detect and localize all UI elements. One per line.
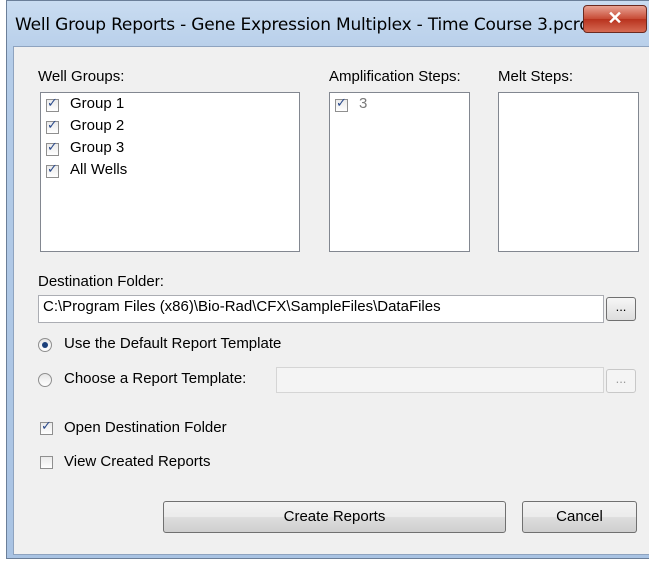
view-reports-checkbox[interactable] — [40, 456, 53, 469]
view-reports-label: View Created Reports — [64, 453, 211, 470]
destination-browse-button[interactable]: ... — [606, 297, 636, 321]
group-2-checkbox[interactable] — [46, 118, 59, 134]
destination-folder-input[interactable]: C:\Program Files (x86)\Bio-Rad\CFX\Sampl… — [38, 295, 604, 323]
group-3-checkbox[interactable] — [46, 140, 59, 156]
melt-steps-label: Melt Steps: — [498, 68, 574, 85]
choose-template-radio[interactable] — [38, 373, 52, 387]
close-button[interactable]: ✕ — [583, 5, 647, 33]
default-template-label: Use the Default Report Template — [64, 335, 282, 352]
step-3-checkbox[interactable] — [335, 96, 348, 112]
group-2-label: Group 2 — [70, 117, 125, 134]
template-path-input[interactable] — [276, 367, 604, 393]
destination-folder-label: Destination Folder: — [38, 273, 164, 290]
step-3-label: 3 — [359, 95, 368, 112]
cancel-button[interactable]: Cancel — [522, 501, 637, 533]
well-groups-label: Well Groups: — [38, 68, 125, 85]
amplification-steps-list[interactable]: 3 — [329, 92, 470, 252]
open-folder-checkbox[interactable] — [40, 419, 53, 435]
dialog-client-area: Well Groups: Group 1 Group 2 Group 3 All… — [13, 46, 649, 555]
choose-template-label: Choose a Report Template: — [64, 370, 247, 387]
well-groups-list[interactable]: Group 1 Group 2 Group 3 All Wells — [40, 92, 300, 252]
all-wells-checkbox[interactable] — [46, 162, 59, 178]
group-1-label: Group 1 — [70, 95, 125, 112]
open-folder-label: Open Destination Folder — [64, 419, 227, 436]
template-browse-button[interactable]: ... — [606, 369, 636, 393]
melt-steps-list[interactable] — [498, 92, 639, 252]
amplification-steps-label: Amplification Steps: — [329, 68, 461, 85]
close-icon: ✕ — [607, 8, 623, 28]
group-1-checkbox[interactable] — [46, 96, 59, 112]
group-3-label: Group 3 — [70, 139, 125, 156]
all-wells-label: All Wells — [70, 161, 128, 178]
window-title: Well Group Reports - Gene Expression Mul… — [15, 15, 590, 35]
create-reports-button[interactable]: Create Reports — [163, 501, 506, 533]
default-template-radio[interactable] — [38, 338, 52, 352]
